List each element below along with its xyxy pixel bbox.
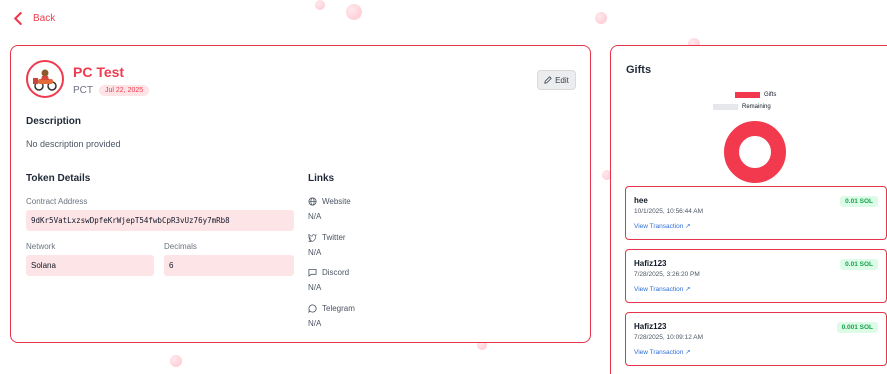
network-field: Solana (26, 255, 154, 276)
token-symbol: PCT (73, 85, 93, 96)
edit-button[interactable]: Edit (537, 70, 576, 90)
network-label: Network (26, 242, 56, 251)
link-telegram-value: N/A (308, 319, 322, 328)
link-telegram: Telegram (308, 304, 355, 313)
gift-amount-badge: 0.01 SOL (840, 259, 878, 270)
gift-date: 7/28/2025, 10:09:12 AM (634, 334, 704, 341)
background-bubble (595, 12, 607, 24)
token-details-heading: Token Details (26, 173, 91, 184)
background-bubble (170, 355, 182, 367)
back-label: Back (33, 13, 56, 24)
decimals-field: 6 (164, 255, 294, 276)
gift-item: Hafiz123 7/28/2025, 10:09:12 AM View Tra… (625, 312, 887, 366)
edit-label: Edit (555, 75, 569, 85)
legend-gifts-label: Gifts (764, 92, 777, 98)
legend-remaining: Remaining (713, 104, 771, 110)
token-avatar (26, 60, 64, 98)
gift-date: 10/1/2025, 10:56:44 AM (634, 208, 704, 215)
message-square-icon (308, 268, 317, 277)
link-twitter: Twitter (308, 233, 346, 242)
link-twitter-label: Twitter (322, 233, 346, 242)
contract-address-field: 9dKr5VatLxzswDpfeKrWjepT54fwbCpR3vUz76y7… (26, 210, 294, 231)
back-button[interactable]: Back (12, 12, 55, 25)
link-website: Website (308, 197, 351, 206)
gift-date: 7/28/2025, 3:26:20 PM (634, 271, 700, 278)
gift-item: hee 10/1/2025, 10:56:44 AM View Transact… (625, 186, 887, 240)
gift-amount-badge: 0.01 SOL (840, 196, 878, 207)
gift-sender: hee (634, 196, 648, 205)
legend-gifts: Gifts (735, 92, 776, 98)
message-circle-icon (308, 304, 317, 313)
gift-sender: Hafiz123 (634, 259, 667, 268)
gift-item: Hafiz123 7/28/2025, 3:26:20 PM View Tran… (625, 249, 887, 303)
gifts-card: Gifts Gifts Remaining hee 10/1/2025, 10:… (610, 45, 887, 374)
created-date-badge: Jul 22, 2025 (99, 85, 150, 96)
contract-address-label: Contract Address (26, 197, 88, 206)
gifts-donut-chart (724, 121, 786, 183)
link-discord-label: Discord (322, 268, 350, 277)
view-transaction-link[interactable]: View Transaction ↗ (634, 285, 691, 293)
token-name: PC Test (73, 64, 125, 80)
legend-gifts-swatch (735, 92, 760, 98)
legend-remaining-label: Remaining (742, 104, 771, 110)
legend-remaining-swatch (713, 104, 738, 110)
description-heading: Description (26, 116, 82, 127)
view-transaction-link[interactable]: View Transaction ↗ (634, 348, 691, 356)
link-website-value: N/A (308, 212, 322, 221)
links-heading: Links (308, 173, 335, 184)
pencil-icon (544, 76, 552, 84)
gift-sender: Hafiz123 (634, 322, 667, 331)
twitter-icon (308, 233, 317, 242)
background-bubble (346, 4, 362, 20)
decimals-label: Decimals (164, 242, 197, 251)
background-bubble (315, 0, 325, 10)
link-discord: Discord (308, 268, 349, 277)
donut-slice-gifts (724, 121, 786, 183)
description-text: No description provided (26, 139, 121, 149)
link-twitter-value: N/A (308, 248, 322, 257)
globe-icon (308, 197, 317, 206)
gift-amount-badge: 0.001 SOL (836, 322, 878, 333)
link-telegram-label: Telegram (322, 304, 355, 313)
token-card: PC Test PCT Jul 22, 2025 Edit Descriptio… (10, 45, 591, 343)
view-transaction-link[interactable]: View Transaction ↗ (634, 222, 691, 230)
rider-logo-icon (33, 69, 57, 91)
gifts-heading: Gifts (626, 64, 652, 76)
chevron-left-icon (14, 12, 22, 25)
link-website-label: Website (322, 197, 351, 206)
link-discord-value: N/A (308, 283, 322, 292)
